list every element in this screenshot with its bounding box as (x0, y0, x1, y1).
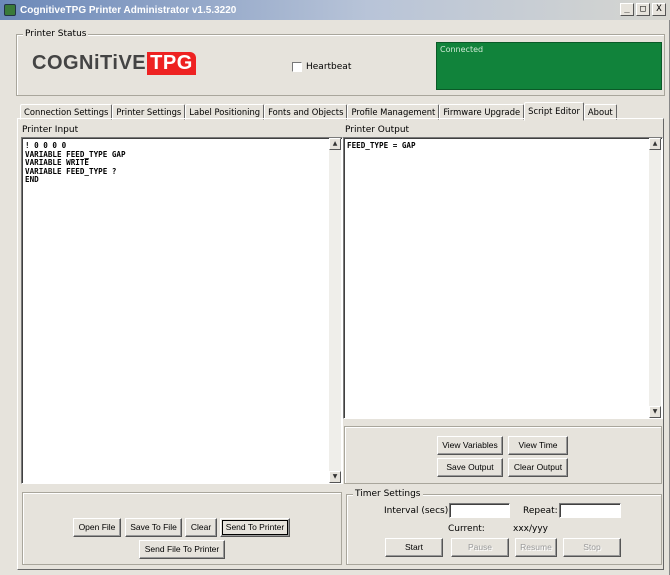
printer-input-scrollbar[interactable]: ▲ ▼ (329, 138, 341, 483)
send-file-to-printer-button[interactable]: Send File To Printer (139, 540, 225, 559)
connection-status-text: Connected (440, 45, 484, 54)
printer-output-label: Printer Output (345, 125, 410, 135)
start-button[interactable]: Start (385, 538, 443, 557)
printer-status-legend: Printer Status (23, 29, 89, 39)
pause-button[interactable]: Pause (451, 538, 509, 557)
current-label: Current: (448, 524, 485, 534)
heartbeat-checkbox-row[interactable]: Heartbeat (292, 62, 351, 72)
send-to-printer-button[interactable]: Send To Printer (220, 518, 290, 537)
output-buttons-group (344, 426, 662, 484)
window-title: CognitiveTPG Printer Administrator v1.5.… (20, 4, 237, 16)
printer-input-label: Printer Input (22, 125, 79, 135)
tab-script-editor[interactable]: Script Editor (524, 102, 584, 121)
maximize-button[interactable]: □ (636, 3, 650, 16)
scroll-up-icon[interactable]: ▲ (329, 138, 341, 150)
interval-label: Interval (secs): (384, 506, 452, 516)
stop-button[interactable]: Stop (563, 538, 621, 557)
clear-input-button[interactable]: Clear (185, 518, 217, 537)
clear-output-button[interactable]: Clear Output (508, 458, 568, 477)
scroll-down-icon[interactable]: ▼ (329, 471, 341, 483)
interval-input[interactable] (449, 503, 510, 518)
app-window: CognitiveTPG Printer Administrator v1.5.… (0, 0, 670, 575)
repeat-label: Repeat: (523, 506, 558, 516)
timer-settings-legend: Timer Settings (353, 489, 423, 499)
save-output-button[interactable]: Save Output (437, 458, 503, 477)
heartbeat-checkbox[interactable] (292, 62, 302, 72)
close-button[interactable]: X (652, 3, 666, 16)
scroll-up-icon[interactable]: ▲ (649, 138, 661, 150)
heartbeat-label: Heartbeat (306, 62, 352, 72)
minimize-button[interactable]: _ (620, 3, 634, 16)
open-file-button[interactable]: Open File (73, 518, 121, 537)
resume-button[interactable]: Resume (515, 538, 557, 557)
printer-input-textarea[interactable]: ! 0 0 0 0 VARIABLE FEED_TYPE GAP VARIABL… (21, 137, 343, 484)
current-value: xxx/yyy (513, 524, 548, 534)
repeat-input[interactable] (559, 503, 621, 518)
connection-status-panel: Connected (436, 42, 662, 90)
printer-output-textarea[interactable]: FEED_TYPE = GAP (343, 137, 663, 419)
window-controls: _ □ X (620, 3, 666, 16)
title-bar[interactable]: CognitiveTPG Printer Administrator v1.5.… (0, 0, 670, 20)
view-time-button[interactable]: View Time (508, 436, 568, 455)
cognitivetpg-logo: COGNiTiVE TPG (32, 52, 196, 75)
save-to-file-button[interactable]: Save To File (125, 518, 182, 537)
view-variables-button[interactable]: View Variables (437, 436, 503, 455)
scroll-down-icon[interactable]: ▼ (649, 406, 661, 418)
app-icon (4, 4, 16, 16)
printer-output-scrollbar[interactable]: ▲ ▼ (649, 138, 661, 418)
